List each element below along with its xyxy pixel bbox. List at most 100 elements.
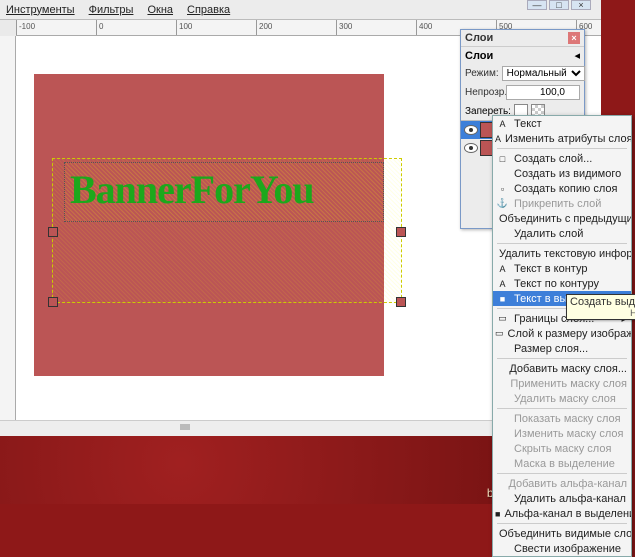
maximize-button[interactable]: □ [549, 0, 569, 10]
ctx-separator [497, 408, 627, 409]
ctx-item[interactable]: Удалить слой [493, 226, 631, 241]
mode-row: Режим: Нормальный [461, 64, 584, 83]
tooltip: Создать выделение и Нажмите F1 [566, 294, 635, 320]
ctx-item[interactable]: Создать из видимого [493, 166, 631, 181]
panel-menu-icon[interactable]: ◂ [574, 49, 580, 62]
opacity-label: Непрозр. [465, 87, 503, 98]
menu-filters[interactable]: Фильтры [89, 4, 134, 16]
menu-windows[interactable]: Окна [147, 4, 173, 16]
ctx-item[interactable]: A Текст по контуру [493, 276, 631, 291]
layers-panel-close-icon[interactable]: × [568, 32, 580, 44]
ctx-item-label: Свести изображение [514, 543, 621, 555]
ctx-item-icon: ⚓ [495, 197, 510, 210]
ctx-item-icon [495, 427, 510, 440]
ctx-item-label: Удалить маску слоя [514, 393, 616, 405]
layers-panel-header[interactable]: Слои × [461, 30, 584, 47]
ctx-item[interactable]: A Текст в контур [493, 261, 631, 276]
ctx-item: Маска в выделение [493, 456, 631, 471]
visibility-eye-icon[interactable] [464, 125, 478, 135]
ctx-item-icon [495, 542, 510, 555]
ruler-tick: 400 [416, 20, 432, 35]
ctx-item-icon: ■ [495, 292, 510, 305]
ctx-item[interactable]: A Текст [493, 116, 631, 131]
ctx-item-label: Создать слой... [514, 153, 592, 165]
ctx-item: Скрыть маску слоя [493, 441, 631, 456]
ruler-vertical [0, 36, 16, 420]
ctx-item-icon: □ [495, 152, 510, 165]
canvas-content[interactable]: BannerForYou [34, 74, 384, 376]
handle-left[interactable] [48, 227, 58, 237]
tooltip-text: Создать выделение и [570, 296, 635, 308]
ctx-item-label: Скрыть маску слоя [514, 443, 611, 455]
ctx-item-label: Применить маску слоя [510, 378, 627, 390]
ctx-separator [497, 523, 627, 524]
minimize-button[interactable]: — [527, 0, 547, 10]
handle-br[interactable] [396, 297, 406, 307]
ctx-item-label: Создать копию слоя [514, 183, 617, 195]
opacity-input[interactable] [506, 85, 580, 100]
handle-right[interactable] [396, 227, 406, 237]
ctx-item-icon: A [495, 132, 501, 145]
ctx-item-icon [495, 377, 506, 390]
mode-select[interactable]: Нормальный [502, 66, 585, 81]
ctx-item-label: Текст в контур [514, 263, 587, 275]
ctx-item-label: Показать маску слоя [514, 413, 621, 425]
scroll-thumb[interactable] [180, 424, 190, 430]
ctx-item: Удалить маску слоя [493, 391, 631, 406]
ctx-item[interactable]: A Изменить атрибуты слоя... [493, 131, 631, 146]
ctx-item[interactable]: Объединить видимые слои... [493, 526, 631, 541]
opacity-row: Непрозр. [461, 83, 584, 102]
layers-tab-row: Слои ◂ [461, 47, 584, 64]
close-button[interactable]: × [571, 0, 591, 10]
ctx-item-label: Изменить атрибуты слоя... [505, 133, 631, 145]
ctx-item[interactable]: Добавить маску слоя... [493, 361, 631, 376]
visibility-eye-icon[interactable] [464, 143, 478, 153]
ctx-item-icon [495, 167, 510, 180]
ctx-item-icon: ▫ [495, 182, 510, 195]
banner-text[interactable]: BannerForYou [70, 166, 314, 213]
ctx-item-icon: A [495, 277, 510, 290]
ctx-item-icon [495, 362, 505, 375]
layers-tab[interactable]: Слои [465, 50, 493, 62]
ctx-item-icon: ■ [495, 507, 500, 520]
ruler-tick: 200 [256, 20, 272, 35]
ctx-item-icon [495, 227, 510, 240]
ctx-item[interactable]: □ Создать слой... [493, 151, 631, 166]
ctx-item-icon [495, 442, 510, 455]
ruler-tick: 300 [336, 20, 352, 35]
menu-instruments[interactable]: Инструменты [6, 4, 75, 16]
ctx-separator [497, 358, 627, 359]
ctx-item-label: Объединить видимые слои... [499, 528, 631, 540]
ctx-item-icon [495, 457, 510, 470]
ctx-item-label: Альфа-канал в выделение [504, 508, 631, 520]
ctx-item[interactable]: ▫ Создать копию слоя [493, 181, 631, 196]
ruler-tick: 0 [96, 20, 103, 35]
ctx-item-label: Текст по контуру [514, 278, 599, 290]
ctx-item-icon: A [495, 117, 510, 130]
ctx-item-label: Удалить слой [514, 228, 583, 240]
ctx-item-label: Размер слоя... [514, 343, 588, 355]
ctx-item: Добавить альфа-канал [493, 476, 631, 491]
ctx-item-label: Объединить с предыдущим [499, 213, 631, 225]
ctx-item-icon: A [495, 262, 510, 275]
ctx-item-icon: ▭ [495, 327, 504, 340]
ctx-item-icon [495, 392, 510, 405]
handle-bl[interactable] [48, 297, 58, 307]
mode-label: Режим: [465, 68, 499, 79]
ctx-item[interactable]: Удалить текстовую информацию [493, 246, 631, 261]
ctx-item-label: Текст [514, 118, 542, 130]
ctx-item-label: Изменить маску слоя [514, 428, 623, 440]
ctx-item-icon [495, 412, 510, 425]
menu-help[interactable]: Справка [187, 4, 230, 16]
layer-context-menu: AТекстAИзменить атрибуты слоя...□Создать… [492, 115, 632, 557]
window-controls: — □ × [527, 0, 591, 10]
ctx-item[interactable]: Объединить с предыдущим [493, 211, 631, 226]
ruler-tick: -100 [16, 20, 35, 35]
ctx-item-label: Маска в выделение [514, 458, 615, 470]
ctx-item[interactable]: Свести изображение [493, 541, 631, 556]
ctx-item[interactable]: Размер слоя... [493, 341, 631, 356]
menubar: Инструменты Фильтры Окна Справка [0, 0, 601, 20]
ctx-separator [497, 473, 627, 474]
ctx-item[interactable]: ■ Альфа-канал в выделение [493, 506, 631, 521]
ctx-item[interactable]: ▭Слой к размеру изображения [493, 326, 631, 341]
